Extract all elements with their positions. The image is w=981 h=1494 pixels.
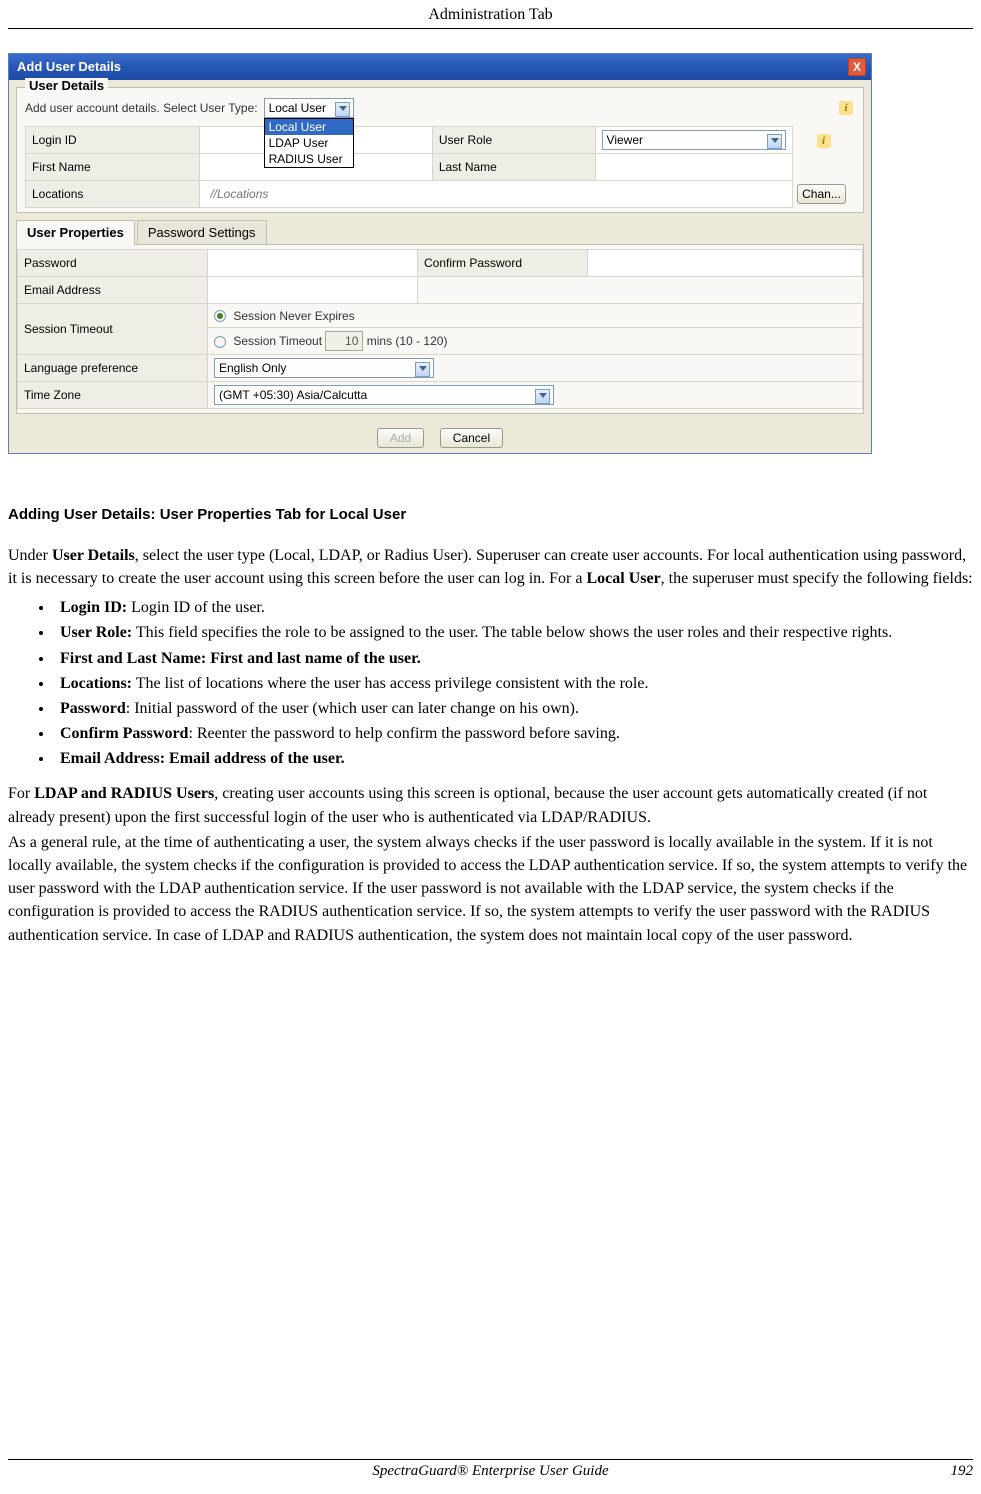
tz-dropdown[interactable]: (GMT +05:30) Asia/Calcutta <box>214 385 554 405</box>
user-fields-table: Login ID User Role Viewer i First Name <box>25 126 855 208</box>
locations-input[interactable] <box>206 184 786 204</box>
page-footer: SpectraGuard® Enterprise User Guide 192 <box>8 1459 973 1480</box>
field-list: Login ID: Login ID of the user. User Rol… <box>54 596 973 770</box>
page-number: 192 <box>913 1463 973 1480</box>
tabs: User Properties Password Settings <box>16 220 864 245</box>
instruction-label: Add user account details. Select User Ty… <box>25 101 258 115</box>
user-type-options: Local User LDAP User RADIUS User <box>264 118 354 168</box>
tab-user-properties[interactable]: User Properties <box>16 220 135 245</box>
user-type-dropdown[interactable]: Local User Local User LDAP User RADIUS U… <box>264 98 354 118</box>
footer-title: SpectraGuard® Enterprise User Guide <box>8 1463 913 1480</box>
user-role-value: Viewer <box>607 133 643 147</box>
user-role-label: User Role <box>432 127 595 154</box>
group-title: User Details <box>25 78 108 93</box>
locations-label: Locations <box>26 181 200 208</box>
timeout-range: mins (10 - 120) <box>367 334 448 348</box>
chevron-down-icon <box>539 393 547 398</box>
list-item: User Role: This field specifies the role… <box>54 621 973 644</box>
first-name-label: First Name <box>26 154 200 181</box>
email-label: Email Address <box>18 277 208 304</box>
confirm-password-label: Confirm Password <box>418 250 588 277</box>
dialog-footer: Add Cancel <box>9 421 871 453</box>
lang-pref-label: Language preference <box>18 355 208 382</box>
list-item: Login ID: Login ID of the user. <box>54 596 973 619</box>
dialog-screenshot: Add User Details X User Details Add user… <box>8 53 973 454</box>
last-name-input[interactable] <box>602 157 787 177</box>
login-id-label: Login ID <box>26 127 200 154</box>
password-label: Password <box>18 250 208 277</box>
last-name-label: Last Name <box>432 154 595 181</box>
properties-table: Password Confirm Password Email Address … <box>17 249 863 409</box>
list-item: Locations: The list of locations where t… <box>54 672 973 695</box>
chevron-down-icon <box>419 366 427 371</box>
user-properties-panel: Password Confirm Password Email Address … <box>16 244 864 414</box>
user-details-group: User Details Add user account details. S… <box>16 87 864 213</box>
option-local-user[interactable]: Local User <box>265 119 353 135</box>
tab-password-settings[interactable]: Password Settings <box>137 220 267 245</box>
list-item: First and Last Name: First and last name… <box>54 647 973 670</box>
paragraph-1: Under User Details, select the user type… <box>8 544 973 590</box>
lang-dropdown[interactable]: English Only <box>214 358 434 378</box>
chevron-down-icon <box>771 138 779 143</box>
option-radius-user[interactable]: RADIUS User <box>265 151 353 167</box>
timeout-label: Session Timeout <box>233 334 322 348</box>
section-heading: Adding User Details: User Properties Tab… <box>8 504 973 526</box>
email-input[interactable] <box>214 280 411 300</box>
page-header: Administration Tab <box>8 0 973 29</box>
password-input[interactable] <box>214 253 411 273</box>
chevron-down-icon <box>339 106 347 111</box>
list-item: Password: Initial password of the user (… <box>54 697 973 720</box>
radio-session-timeout[interactable] <box>214 336 226 348</box>
paragraph-2: For LDAP and RADIUS Users, creating user… <box>8 782 973 828</box>
timeout-value-input <box>325 331 363 351</box>
close-icon[interactable]: X <box>848 58 866 76</box>
lang-value: English Only <box>219 361 286 375</box>
list-item: Confirm Password: Reenter the password t… <box>54 722 973 745</box>
tz-value: (GMT +05:30) Asia/Calcutta <box>219 388 367 402</box>
user-role-dropdown[interactable]: Viewer <box>602 130 787 150</box>
cancel-button[interactable]: Cancel <box>440 428 503 448</box>
document-body: Adding User Details: User Properties Tab… <box>8 504 973 947</box>
add-button[interactable]: Add <box>377 428 424 448</box>
paragraph-3: As a general rule, at the time of authen… <box>8 831 973 947</box>
user-type-value: Local User <box>269 101 326 115</box>
add-user-dialog: Add User Details X User Details Add user… <box>8 53 872 454</box>
info-icon[interactable]: i <box>817 134 831 148</box>
info-icon[interactable]: i <box>839 101 853 115</box>
dialog-title: Add User Details <box>17 59 121 74</box>
option-ldap-user[interactable]: LDAP User <box>265 135 353 151</box>
tz-label: Time Zone <box>18 382 208 409</box>
never-expires-label: Session Never Expires <box>233 309 354 323</box>
change-button[interactable]: Chan... <box>797 184 846 204</box>
list-item: Email Address: Email address of the user… <box>54 747 973 770</box>
radio-never-expires[interactable] <box>214 310 226 322</box>
session-timeout-label: Session Timeout <box>18 304 208 355</box>
confirm-password-input[interactable] <box>594 253 856 273</box>
header-title: Administration Tab <box>428 6 552 23</box>
dialog-titlebar: Add User Details X <box>9 54 871 80</box>
